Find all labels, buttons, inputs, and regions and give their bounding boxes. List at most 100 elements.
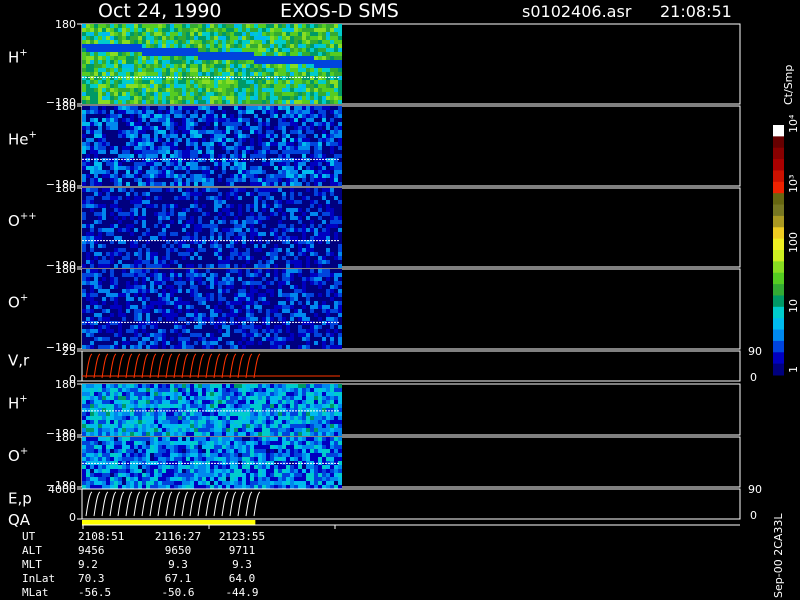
heatmap-cell [150, 72, 154, 76]
heatmap-cell [326, 96, 330, 100]
heatmap-cell [106, 134, 110, 138]
heatmap-cell [122, 126, 126, 130]
heatmap-cell [98, 142, 102, 146]
heatmap-cell [322, 100, 326, 104]
heatmap-cell [138, 36, 142, 40]
heatmap-cell [194, 273, 198, 277]
heatmap-cell [250, 72, 254, 76]
heatmap-cell [86, 244, 90, 248]
heatmap-cell [170, 52, 174, 56]
heatmap-cell [254, 216, 258, 220]
heatmap-cell [218, 106, 222, 110]
heatmap-cell [210, 208, 214, 212]
heatmap-cell [142, 24, 146, 28]
heatmap-cell [330, 68, 334, 72]
heatmap-cell [118, 220, 122, 224]
heatmap-cell [114, 192, 118, 196]
heatmap-cell [278, 118, 282, 122]
heatmap-cell [118, 236, 122, 240]
heatmap-cell [258, 28, 262, 32]
heatmap-cell [318, 166, 322, 170]
heatmap-cell [306, 48, 310, 52]
heatmap-cell [222, 56, 226, 60]
heatmap-cell [154, 118, 158, 122]
heatmap-cell [282, 325, 286, 329]
heatmap-cell [298, 174, 302, 178]
heatmap-cell [222, 204, 226, 208]
heatmap-cell [210, 166, 214, 170]
heatmap-cell [122, 130, 126, 134]
heatmap-cell [94, 134, 98, 138]
heatmap-cell [290, 273, 294, 277]
heatmap-cell [302, 188, 306, 192]
heatmap-cell [122, 32, 126, 36]
heatmap-cell [210, 32, 214, 36]
heatmap-cell [122, 256, 126, 260]
heatmap-cell [234, 122, 238, 126]
heatmap-cell [274, 40, 278, 44]
heatmap-cell [170, 224, 174, 228]
heatmap-cell [282, 220, 286, 224]
heatmap-cell [194, 252, 198, 256]
heatmap-cell [154, 142, 158, 146]
heatmap-cell [266, 305, 270, 309]
heatmap-cell [242, 305, 246, 309]
heatmap-cell [150, 252, 154, 256]
heatmap-cell [334, 130, 338, 134]
heatmap-cell [82, 297, 86, 301]
heatmap-cell [102, 220, 106, 224]
heatmap-cell [170, 80, 174, 84]
heatmap-cell [326, 212, 330, 216]
heatmap-cell [230, 110, 234, 114]
heatmap-cell [334, 220, 338, 224]
heatmap-cell [206, 220, 210, 224]
heatmap-cell [198, 138, 202, 142]
heatmap-cell [146, 220, 150, 224]
heatmap-cell [326, 158, 330, 162]
heatmap-cell [266, 256, 270, 260]
heatmap-cell [222, 212, 226, 216]
heatmap-cell [266, 297, 270, 301]
heatmap-cell [86, 182, 90, 186]
heatmap-cell [334, 154, 338, 158]
heatmap-cell [198, 273, 202, 277]
heatmap-cell [290, 345, 294, 349]
heatmap-cell [150, 236, 154, 240]
heatmap-cell [314, 68, 318, 72]
heatmap-cell [226, 134, 230, 138]
heatmap-cell [310, 200, 314, 204]
heatmap-cell [306, 174, 310, 178]
heatmap-cell [174, 325, 178, 329]
heatmap-cell [258, 118, 262, 122]
heatmap-cell [194, 174, 198, 178]
heatmap-cell [118, 92, 122, 96]
heatmap-cell [214, 60, 218, 64]
heatmap-cell [242, 269, 246, 273]
heatmap-cell [130, 260, 134, 264]
heatmap-cell [326, 60, 330, 64]
heatmap-cell [178, 260, 182, 264]
heatmap-cell [162, 317, 166, 321]
heatmap-cell [114, 106, 118, 110]
heatmap-cell [118, 138, 122, 142]
heatmap-cell [306, 146, 310, 150]
heatmap-cell [166, 52, 170, 56]
heatmap-cell [274, 216, 278, 220]
heatmap-cell [334, 36, 338, 40]
heatmap-cell [234, 317, 238, 321]
heatmap-cell [114, 317, 118, 321]
heatmap-cell [234, 100, 238, 104]
heatmap-cell [170, 122, 174, 126]
heatmap-cell [118, 264, 122, 268]
heatmap-cell [242, 256, 246, 260]
heatmap-cell [246, 138, 250, 142]
heatmap-cell [294, 204, 298, 208]
heatmap-cell [90, 48, 94, 52]
heatmap-cell [250, 154, 254, 158]
heatmap-cell [274, 305, 278, 309]
heatmap-cell [130, 44, 134, 48]
heatmap-cell [158, 36, 162, 40]
heatmap-cell [178, 313, 182, 317]
heatmap-cell [178, 60, 182, 64]
heatmap-cell [334, 150, 338, 154]
